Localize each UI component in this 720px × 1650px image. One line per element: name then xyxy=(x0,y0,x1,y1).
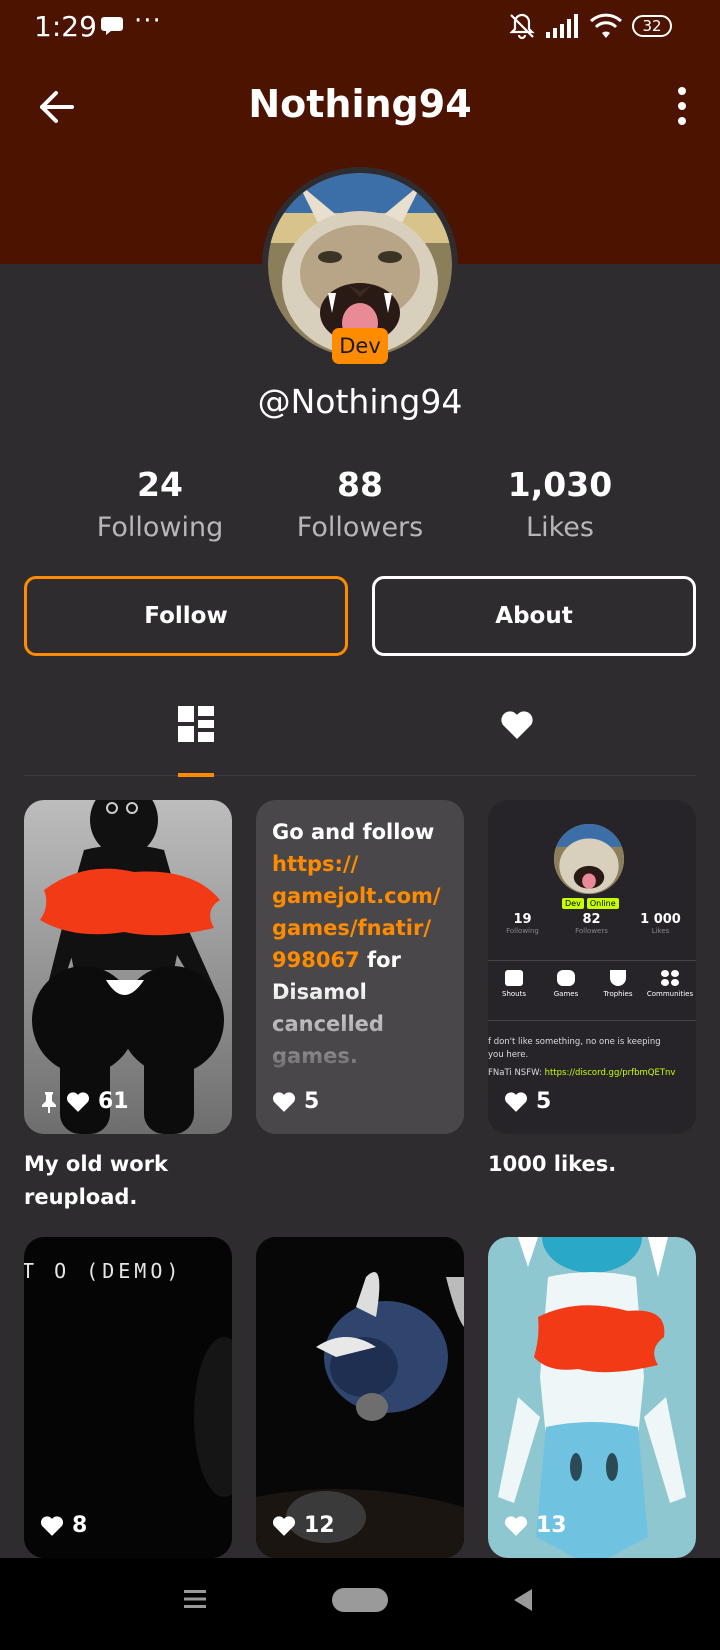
signal-icon xyxy=(546,14,578,38)
status-time: 1:29 xyxy=(34,10,97,43)
post-likes: 8 xyxy=(40,1513,87,1538)
mini-tabs: Shouts Games Trophies Communities xyxy=(488,970,696,998)
pin-icon xyxy=(42,1091,56,1113)
mini-tab-label: Games xyxy=(553,990,579,998)
status-bar: 1:29 ··· 32 xyxy=(0,0,720,56)
heart-icon xyxy=(272,1091,296,1112)
more-vert-icon[interactable] xyxy=(676,86,688,126)
heart-icon xyxy=(501,711,533,739)
back-triangle-icon[interactable] xyxy=(512,1588,534,1612)
mini-avatar xyxy=(554,824,624,894)
trophy-icon xyxy=(610,970,626,986)
stat-followers[interactable]: 88 Followers xyxy=(260,465,460,543)
mini-text-label: FNaTi NSFW: xyxy=(488,1068,545,1078)
mini-tab-label: Trophies xyxy=(603,990,633,998)
mini-stat-value: 1 000 xyxy=(640,912,681,927)
likes-count: 5 xyxy=(304,1089,320,1114)
stat-label: Likes xyxy=(526,512,594,543)
heart-icon xyxy=(66,1091,90,1112)
post-likes: 13 xyxy=(504,1513,567,1538)
stat-likes: 1,030 Likes xyxy=(460,465,660,543)
likes-count: 5 xyxy=(536,1089,552,1114)
menu-icon[interactable] xyxy=(184,1588,206,1610)
stat-label: Followers xyxy=(296,512,424,543)
mini-stat-value: 19 xyxy=(513,912,532,927)
system-nav-bar xyxy=(0,1558,720,1650)
profile-stats: 24 Following 88 Followers 1,030 Likes xyxy=(60,465,660,543)
tab-posts[interactable] xyxy=(24,700,360,777)
likes-count: 13 xyxy=(536,1513,567,1538)
likes-count: 12 xyxy=(304,1513,335,1538)
stat-value: 88 xyxy=(337,465,383,504)
battery-icon: 32 xyxy=(632,15,672,37)
content-tabs xyxy=(24,700,696,777)
home-pill-icon[interactable] xyxy=(332,1588,388,1612)
post-thumbnail: Dev Online 19 Following 82 Followers 1 0… xyxy=(488,800,696,1134)
stat-value: 1,030 xyxy=(507,465,613,504)
post-thumbnail xyxy=(488,1237,696,1558)
shouts-icon xyxy=(505,970,523,986)
page-title: Nothing94 xyxy=(248,82,472,126)
about-button[interactable]: About xyxy=(372,576,696,656)
status-more-dots: ··· xyxy=(134,6,162,36)
communities-icon xyxy=(661,970,679,986)
mini-stat-value: 82 xyxy=(582,912,601,927)
active-tab-indicator xyxy=(178,773,214,777)
stat-following[interactable]: 24 Following xyxy=(60,465,260,543)
mini-stats: 19 Following 82 Followers 1 000 Likes xyxy=(488,912,696,935)
post-likes: 5 xyxy=(504,1089,551,1114)
likes-count: 8 xyxy=(72,1513,88,1538)
post-card[interactable]: 13 xyxy=(488,1237,696,1558)
post-text-intro: Go and follow xyxy=(272,820,435,844)
chat-bubble-icon xyxy=(101,17,123,35)
heart-icon xyxy=(40,1515,64,1536)
mini-tab-label: Communities xyxy=(646,990,694,998)
follow-button[interactable]: Follow xyxy=(24,576,348,656)
mini-online-badge: Online xyxy=(586,898,619,909)
grid-icon xyxy=(178,706,214,742)
heart-icon xyxy=(504,1091,528,1112)
heart-icon xyxy=(272,1515,296,1536)
wifi-icon xyxy=(590,13,622,38)
post-card[interactable]: Go and follow https:// gamejolt.com/ gam… xyxy=(256,800,464,1134)
mini-stat-label: Followers xyxy=(575,927,608,935)
post-thumbnail xyxy=(24,800,232,1134)
stat-value: 24 xyxy=(137,465,183,504)
mini-dev-badge: Dev xyxy=(562,898,584,909)
post-caption: My old work reupload. xyxy=(24,1152,169,1209)
username-handle: @Nothing94 xyxy=(257,382,463,421)
post-likes: 61 xyxy=(40,1089,129,1114)
post-link[interactable]: https:// gamejolt.com/ games/fnatir/ 998… xyxy=(272,852,441,972)
mini-link: https://discord.gg/prfbmQETnv xyxy=(544,1068,676,1078)
post-card[interactable]: 61 xyxy=(24,800,232,1134)
heart-icon xyxy=(504,1515,528,1536)
post-likes: 5 xyxy=(272,1089,319,1114)
top-app-bar: Nothing94 xyxy=(0,72,720,142)
stat-label: Following xyxy=(96,512,224,543)
tab-liked[interactable] xyxy=(360,700,696,776)
post-likes: 12 xyxy=(272,1513,335,1538)
post-card[interactable]: 12 xyxy=(256,1237,464,1558)
mini-text-line: f don't like something, no one is keepin… xyxy=(488,1037,661,1047)
mute-bell-icon xyxy=(509,13,535,40)
post-thumbnail xyxy=(256,1237,464,1558)
likes-count: 61 xyxy=(98,1089,129,1114)
dev-badge: Dev xyxy=(332,328,388,364)
post-card[interactable]: Dev Online 19 Following 82 Followers 1 0… xyxy=(488,800,696,1134)
post-card[interactable]: T O (DEMO) 8 xyxy=(24,1237,232,1558)
mini-stat-label: Following xyxy=(506,927,539,935)
mini-text-line: you here. xyxy=(488,1050,529,1060)
mini-stat-label: Likes xyxy=(651,927,670,935)
post-thumbnail xyxy=(194,1337,232,1497)
post-caption: 1000 likes. xyxy=(488,1152,617,1176)
status-indicators: 32 xyxy=(508,12,672,40)
mini-tab-label: Shouts xyxy=(502,990,526,998)
gamepad-icon xyxy=(557,970,575,986)
